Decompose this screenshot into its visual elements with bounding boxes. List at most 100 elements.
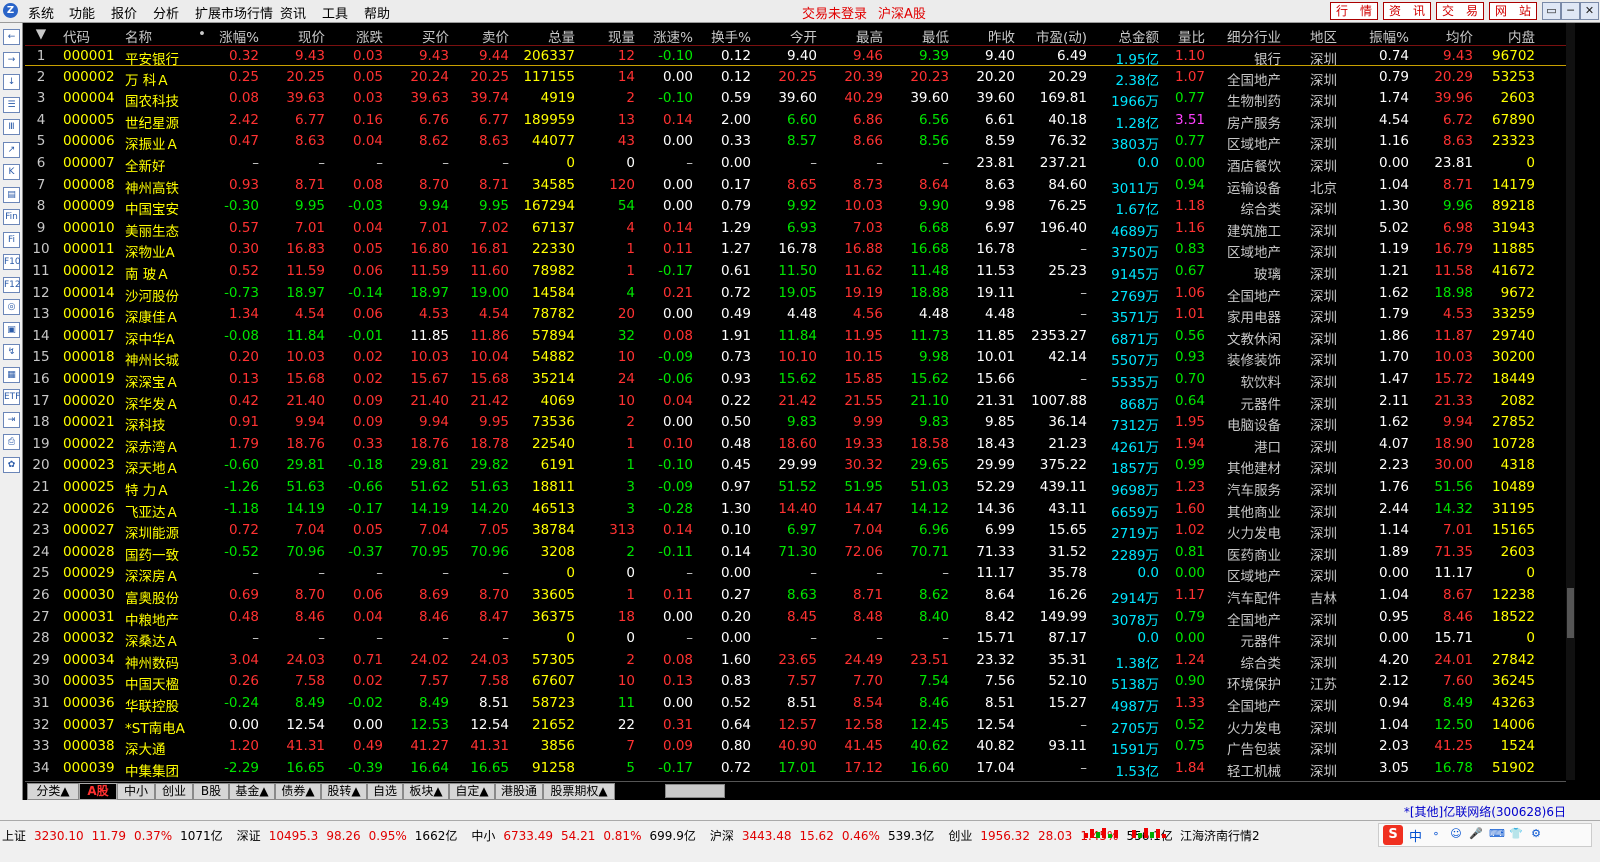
header-15[interactable]: 最低: [885, 26, 949, 46]
circle-icon[interactable]: ◎: [3, 299, 20, 315]
emoji-icon[interactable]: ☺: [1449, 827, 1463, 841]
scroll-thumb[interactable]: [1567, 588, 1574, 638]
header-4[interactable]: 涨幅%: [207, 26, 259, 46]
table-row[interactable]: 34 000039 中集集团 -2.29 16.65 -0.39 16.64 16.65 912…: [25, 758, 1566, 780]
header-6[interactable]: 涨跌: [327, 26, 383, 46]
header-14[interactable]: 最高: [821, 26, 883, 46]
table-row[interactable]: 7 000008 神州高铁 0.93 8.71 0.08 8.70 8.71 34585 120 0…: [25, 175, 1566, 197]
tab-category[interactable]: 分类▲: [27, 783, 79, 800]
table-row[interactable]: 29 000034 神州数码 3.04 24.03 0.71 24.02 24.03 57305…: [25, 650, 1566, 672]
menu-help[interactable]: 帮助: [364, 3, 390, 22]
sort-arrow-icon[interactable]: ▼: [29, 26, 53, 42]
table-row[interactable]: 17 000020 深华发Ａ 0.42 21.40 0.09 21.40 21.42 4069 1…: [25, 391, 1566, 413]
down-icon[interactable]: ↓: [3, 74, 20, 90]
minimize-icon[interactable]: ─: [1561, 2, 1580, 20]
forward-icon[interactable]: →: [3, 51, 20, 68]
index-3[interactable]: 沪深 3443.48 15.62 0.46% 539.3亿: [710, 827, 942, 844]
f10-icon[interactable]: F10: [3, 254, 21, 270]
mini-chart-icon[interactable]: [1130, 826, 1170, 838]
table-row[interactable]: 31 000036 华联控股 -0.24 8.49 -0.02 8.49 8.51 58723 1…: [25, 693, 1566, 715]
table-icon[interactable]: ▤: [3, 186, 20, 203]
folder-icon[interactable]: ▣: [3, 321, 20, 338]
trade-button[interactable]: 交 易: [1436, 2, 1484, 20]
vertical-scrollbar[interactable]: [1566, 23, 1575, 780]
table-row[interactable]: 23 000027 深圳能源 0.72 7.04 0.05 7.04 7.05 38784 313…: [25, 520, 1566, 542]
header-22[interactable]: 振幅%: [1355, 26, 1409, 46]
website-button[interactable]: 网 站: [1489, 2, 1537, 20]
header-20[interactable]: 细分行业: [1209, 26, 1281, 46]
table-row[interactable]: 9 000010 美丽生态 0.57 7.01 0.04 7.01 7.02 67137 4 0.1…: [25, 218, 1566, 240]
etf-icon[interactable]: ETF: [3, 389, 20, 405]
print-icon[interactable]: ⎙: [3, 434, 20, 450]
table-row[interactable]: 13 000016 深康佳Ａ 1.34 4.54 0.06 4.53 4.54 78782 20 0…: [25, 304, 1566, 326]
table-row[interactable]: 30 000035 中国天楹 0.26 7.58 0.02 7.57 7.58 67607 10 0…: [25, 671, 1566, 693]
table-row[interactable]: 27 000031 中粮地产 0.48 8.46 0.04 8.46 8.47 36375 18 0…: [25, 607, 1566, 629]
table-row[interactable]: 26 000030 富奥股份 0.69 8.70 0.06 8.69 8.70 33605 1 0.…: [25, 585, 1566, 607]
table-row[interactable]: 1 000001 平安银行 0.32 9.43 0.03 9.43 9.44 206337 12 -…: [25, 45, 1566, 68]
tab-watchlist[interactable]: 自选: [367, 783, 403, 800]
f12-icon[interactable]: F12: [3, 276, 21, 293]
header-5[interactable]: 现价: [263, 26, 325, 46]
table-row[interactable]: 21 000025 特 力Ａ -1.26 51.63 -0.66 51.62 51.63 188…: [25, 477, 1566, 499]
trend-icon[interactable]: ↗: [3, 141, 20, 158]
header-16[interactable]: 昨收: [951, 26, 1015, 46]
header-18[interactable]: 总金额: [1091, 26, 1160, 46]
grid-icon[interactable]: ▦: [3, 366, 20, 383]
header-23[interactable]: 均价: [1413, 26, 1473, 46]
ime-mode[interactable]: 中: [1409, 826, 1422, 845]
table-row[interactable]: 3 000004 国农科技 0.08 39.63 0.03 39.63 39.74 4919 2 -…: [25, 88, 1566, 110]
header-24[interactable]: 内盘: [1477, 26, 1535, 46]
header-13[interactable]: 今开: [755, 26, 817, 46]
tab-neeq[interactable]: 股转▲: [321, 783, 367, 800]
quotes-button[interactable]: 行 情: [1330, 2, 1378, 20]
table-row[interactable]: 28 000032 深桑达Ａ – – – – –0 0–0.00– – –15.71 87.17 0.0…: [25, 628, 1566, 650]
header-9[interactable]: 总量: [511, 26, 575, 46]
bars-icon[interactable]: Ⅲ: [3, 119, 20, 135]
table-row[interactable]: 10 000011 深物业A 0.30 16.83 0.05 16.80 16.81 22330…: [25, 239, 1566, 261]
menu-analysis[interactable]: 分析: [153, 3, 179, 22]
table-row[interactable]: 24 000028 国药一致 -0.52 70.96 -0.37 70.95 70.96 320…: [25, 542, 1566, 564]
table-row[interactable]: 22 000026 飞亚达Ａ -1.18 14.19 -0.17 14.19 14.20 465…: [25, 499, 1566, 521]
tab-b-share[interactable]: B股: [193, 783, 229, 800]
table-row[interactable]: 2 000002 万 科Ａ 0.25 20.25 0.05 20.24 20.25 117155…: [25, 67, 1566, 89]
header-12[interactable]: 换手%: [697, 26, 751, 46]
header-19[interactable]: 量比: [1161, 26, 1205, 46]
tab-a-share[interactable]: A股: [79, 783, 117, 800]
table-row[interactable]: 25 000029 深深房Ａ – – – – –0 0–0.00– – –11.17 35.78 0.0…: [25, 563, 1566, 585]
news-button[interactable]: 资 讯: [1383, 2, 1431, 20]
table-row[interactable]: 4 000005 世纪星源 2.42 6.77 0.16 6.76 6.77 189959 13 0…: [25, 110, 1566, 132]
table-row[interactable]: 19 000022 深赤湾Ａ 1.79 18.76 0.33 18.76 18.78 22540…: [25, 434, 1566, 456]
close-icon[interactable]: ✕: [1580, 2, 1599, 20]
index-0[interactable]: 上证 3230.10 11.79 0.37% 1071亿: [2, 827, 231, 844]
horizontal-scrollbar[interactable]: [665, 784, 725, 798]
header-7[interactable]: 买价: [387, 26, 449, 46]
list-icon[interactable]: ☰: [3, 96, 20, 113]
menu-tools[interactable]: 工具: [322, 3, 348, 22]
gear-icon[interactable]: ✿: [3, 456, 20, 473]
menu-extended-market[interactable]: 扩展市场行情: [195, 3, 273, 22]
table-row[interactable]: 20 000023 深天地Ａ -0.60 29.81 -0.18 29.81 29.82 619…: [25, 455, 1566, 477]
table-row[interactable]: 33 000038 深大通 1.20 41.31 0.49 41.27 41.31 3856 7 0…: [25, 736, 1566, 758]
table-row[interactable]: 32 000037 *ST南电A 0.00 12.54 0.00 12.53 12.54 216…: [25, 715, 1566, 737]
table-row[interactable]: 5 000006 深振业Ａ 0.47 8.63 0.04 8.62 8.63 44077 43 0.…: [25, 131, 1566, 153]
skin-icon[interactable]: 👕: [1509, 827, 1523, 841]
table-row[interactable]: 18 000021 深科技 0.91 9.94 0.09 9.94 9.95 73536 2 0.0…: [25, 412, 1566, 434]
tab-sme[interactable]: 中小: [117, 783, 155, 800]
table-row[interactable]: 6 000007 全新好 – – – – –0 0–0.00– – –23.81 237.21 0.0 0…: [25, 153, 1566, 175]
table-row[interactable]: 8 000009 中国宝安 -0.30 9.95 -0.03 9.94 9.95 167294 5…: [25, 196, 1566, 218]
header-8[interactable]: 卖价: [449, 26, 509, 46]
menu-function[interactable]: 功能: [69, 3, 95, 22]
keyboard-icon[interactable]: ⌨: [1489, 827, 1505, 841]
header-11[interactable]: 涨速%: [639, 26, 693, 46]
kline-icon[interactable]: K: [3, 164, 20, 180]
flash-icon[interactable]: ↯: [3, 344, 20, 360]
punctuation-icon[interactable]: ∘: [1429, 827, 1443, 841]
header-17[interactable]: 市盈(动): [1019, 26, 1087, 46]
microphone-icon[interactable]: 🎤: [1469, 827, 1483, 841]
header-21[interactable]: 地区: [1287, 26, 1337, 46]
back-icon[interactable]: ←: [3, 29, 20, 45]
header-10[interactable]: 现量: [581, 26, 635, 46]
tab-fund[interactable]: 基金▲: [229, 783, 275, 800]
fi-icon[interactable]: Fi: [3, 231, 20, 248]
broker-ticker[interactable]: *[其他]亿联网络(300628)6日: [1404, 803, 1566, 820]
